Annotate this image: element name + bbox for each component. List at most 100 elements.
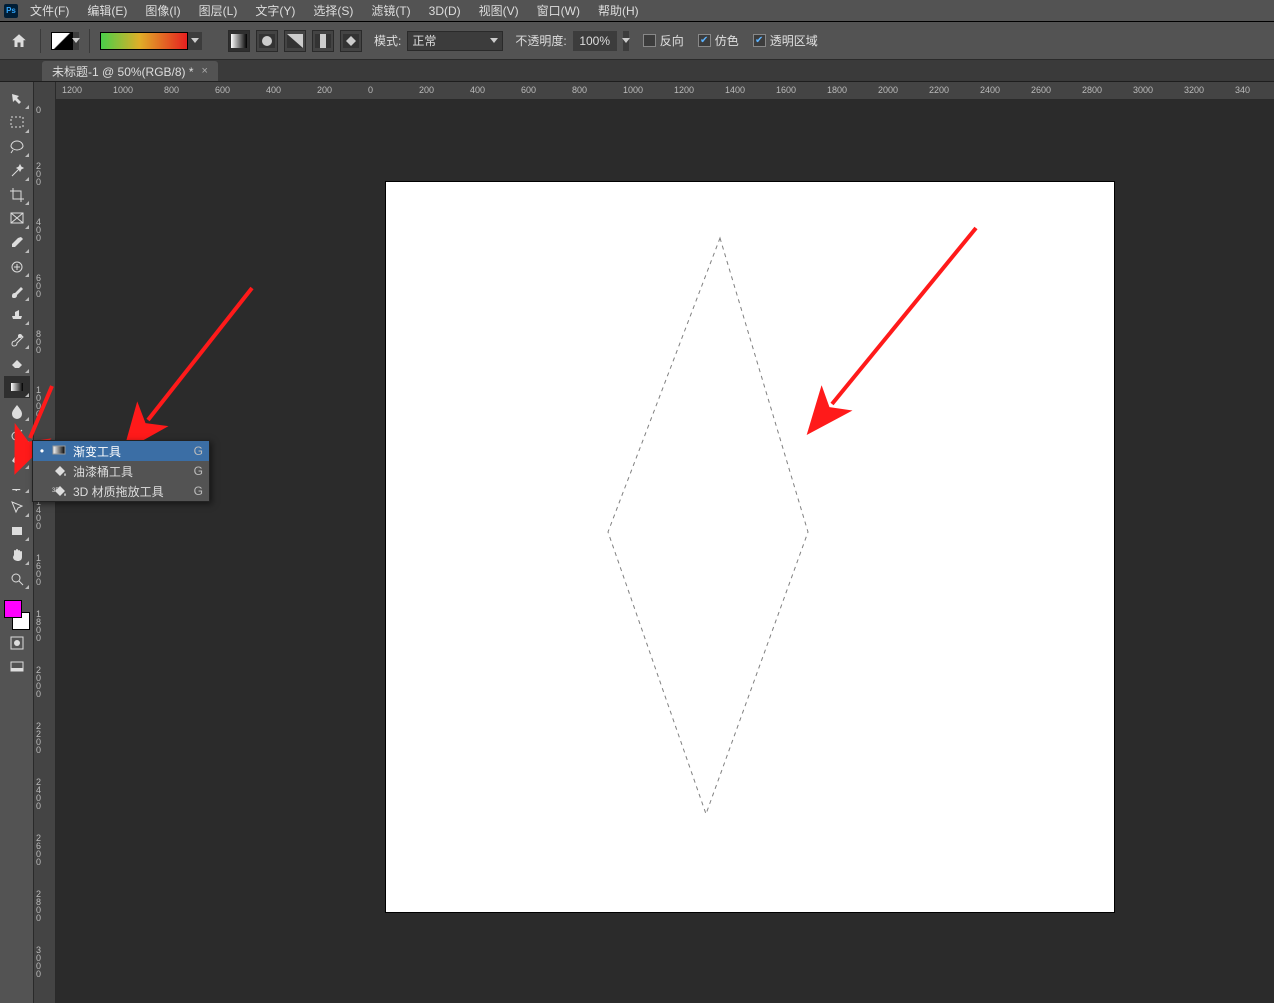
tool-preset-picker[interactable] bbox=[51, 32, 79, 50]
gradient-tool[interactable] bbox=[4, 376, 30, 398]
ruler-tick: 1600 bbox=[776, 85, 796, 95]
clone-stamp-tool[interactable] bbox=[4, 304, 30, 326]
hand-tool[interactable] bbox=[4, 544, 30, 566]
radial-gradient-button[interactable] bbox=[256, 30, 278, 52]
ruler-tick: 600 bbox=[521, 85, 536, 95]
dither-checkbox[interactable]: ✔仿色 bbox=[698, 32, 739, 49]
active-dot-icon: • bbox=[39, 444, 45, 458]
selection-diamond bbox=[386, 182, 1114, 912]
reverse-checkbox[interactable]: 反向 bbox=[643, 32, 684, 49]
magic-wand-tool[interactable] bbox=[4, 160, 30, 182]
ruler-tick: 200 bbox=[36, 162, 54, 186]
type-tool[interactable]: T bbox=[4, 472, 30, 494]
ruler-tick: 3000 bbox=[1133, 85, 1153, 95]
ruler-tick: 2200 bbox=[36, 722, 54, 754]
menu-file[interactable]: 文件(F) bbox=[24, 0, 75, 21]
opacity-dropdown[interactable] bbox=[623, 31, 629, 51]
spot-heal-tool[interactable] bbox=[4, 256, 30, 278]
gradient-icon bbox=[51, 443, 67, 460]
options-bar: 模式: 正常 不透明度: 100% 反向 ✔仿色 ✔透明区域 bbox=[0, 22, 1274, 60]
editor-area: 1200100080060040020002004006008001000120… bbox=[56, 82, 1274, 1003]
flyout-item-label: 3D 材质拖放工具 bbox=[73, 483, 188, 500]
flyout-indicator-icon bbox=[25, 129, 29, 133]
move-tool[interactable] bbox=[4, 88, 30, 110]
menu-window[interactable]: 窗口(W) bbox=[531, 0, 586, 21]
blur-tool[interactable] bbox=[4, 400, 30, 422]
ruler-tick: 2200 bbox=[929, 85, 949, 95]
menu-select[interactable]: 选择(S) bbox=[307, 0, 359, 21]
flyout-indicator-icon bbox=[25, 489, 29, 493]
menu-image[interactable]: 图像(I) bbox=[139, 0, 186, 21]
menu-3d[interactable]: 3D(D) bbox=[423, 2, 467, 20]
ruler-tick: 2600 bbox=[1031, 85, 1051, 95]
flyout-indicator-icon bbox=[25, 561, 29, 565]
menu-bar: Ps 文件(F) 编辑(E) 图像(I) 图层(L) 文字(Y) 选择(S) 滤… bbox=[0, 0, 1274, 22]
blend-mode-select[interactable]: 正常 bbox=[407, 31, 503, 51]
crop-tool[interactable] bbox=[4, 184, 30, 206]
chevron-down-icon bbox=[73, 32, 79, 50]
opacity-label: 不透明度: bbox=[515, 32, 566, 49]
close-icon[interactable]: × bbox=[202, 65, 208, 77]
pen-tool[interactable] bbox=[4, 448, 30, 470]
flyout-item-1[interactable]: 油漆桶工具 G bbox=[33, 461, 209, 481]
transparency-checkbox[interactable]: ✔透明区域 bbox=[753, 32, 818, 49]
lasso-tool[interactable] bbox=[4, 136, 30, 158]
frame-tool[interactable] bbox=[4, 208, 30, 230]
menu-edit[interactable]: 编辑(E) bbox=[81, 0, 133, 21]
flyout-indicator-icon bbox=[25, 249, 29, 253]
history-brush-tool[interactable] bbox=[4, 328, 30, 350]
flyout-indicator-icon bbox=[25, 513, 29, 517]
linear-gradient-button[interactable] bbox=[228, 30, 250, 52]
opacity-value[interactable]: 100% bbox=[573, 31, 617, 51]
menu-type[interactable]: 文字(Y) bbox=[249, 0, 301, 21]
ruler-tick: 1200 bbox=[674, 85, 694, 95]
flyout-indicator-icon bbox=[25, 417, 29, 421]
menu-filter[interactable]: 滤镜(T) bbox=[365, 0, 416, 21]
chevron-down-icon bbox=[490, 38, 498, 43]
menu-view[interactable]: 视图(V) bbox=[473, 0, 525, 21]
ruler-tick: 1800 bbox=[36, 610, 54, 642]
ruler-tick: 3200 bbox=[1184, 85, 1204, 95]
angle-gradient-button[interactable] bbox=[284, 30, 306, 52]
color-swatches[interactable] bbox=[4, 600, 30, 630]
quick-mask-button[interactable] bbox=[4, 632, 30, 654]
flyout-item-0[interactable]: • 渐变工具 G bbox=[33, 441, 209, 461]
ruler-tick: 1000 bbox=[113, 85, 133, 95]
checkbox-icon: ✔ bbox=[753, 34, 766, 47]
flyout-indicator-icon bbox=[25, 297, 29, 301]
ruler-tick: 800 bbox=[572, 85, 587, 95]
dodge-tool[interactable] bbox=[4, 424, 30, 446]
mode-label: 模式: bbox=[374, 32, 401, 49]
vertical-ruler: 0200400600800100012001400160018002000220… bbox=[34, 82, 56, 1003]
document-tab[interactable]: 未标题-1 @ 50%(RGB/8) * × bbox=[42, 61, 218, 81]
ruler-tick: 1000 bbox=[36, 386, 54, 418]
checkbox-icon bbox=[643, 34, 656, 47]
eraser-tool[interactable] bbox=[4, 352, 30, 374]
flyout-item-2[interactable]: 3D 3D 材质拖放工具 G bbox=[33, 481, 209, 501]
ruler-tick: 600 bbox=[215, 85, 230, 95]
gradient-swatch-icon bbox=[51, 32, 73, 50]
zoom-tool[interactable] bbox=[4, 568, 30, 590]
menu-help[interactable]: 帮助(H) bbox=[592, 0, 645, 21]
gradient-tool-flyout: • 渐变工具 G 油漆桶工具 G 3D 3D 材质拖放工具 G bbox=[32, 440, 210, 502]
eyedropper-tool[interactable] bbox=[4, 232, 30, 254]
canvas[interactable] bbox=[386, 182, 1114, 912]
path-select-tool[interactable] bbox=[4, 496, 30, 518]
marquee-tool[interactable] bbox=[4, 112, 30, 134]
ruler-tick: 2800 bbox=[1082, 85, 1102, 95]
flyout-indicator-icon bbox=[25, 345, 29, 349]
blend-mode-value: 正常 bbox=[412, 32, 436, 49]
flyout-indicator-icon bbox=[25, 153, 29, 157]
ruler-tick: 800 bbox=[164, 85, 179, 95]
chevron-down-icon bbox=[622, 38, 630, 43]
diamond-gradient-button[interactable] bbox=[340, 30, 362, 52]
ruler-tick: 1000 bbox=[623, 85, 643, 95]
rectangle-tool[interactable] bbox=[4, 520, 30, 542]
foreground-color-swatch[interactable] bbox=[4, 600, 22, 618]
reflected-gradient-button[interactable] bbox=[312, 30, 334, 52]
brush-tool[interactable] bbox=[4, 280, 30, 302]
home-button[interactable] bbox=[8, 30, 30, 52]
screen-mode-button[interactable] bbox=[4, 656, 30, 678]
gradient-preset-picker[interactable] bbox=[100, 32, 202, 50]
menu-layer[interactable]: 图层(L) bbox=[193, 0, 244, 21]
